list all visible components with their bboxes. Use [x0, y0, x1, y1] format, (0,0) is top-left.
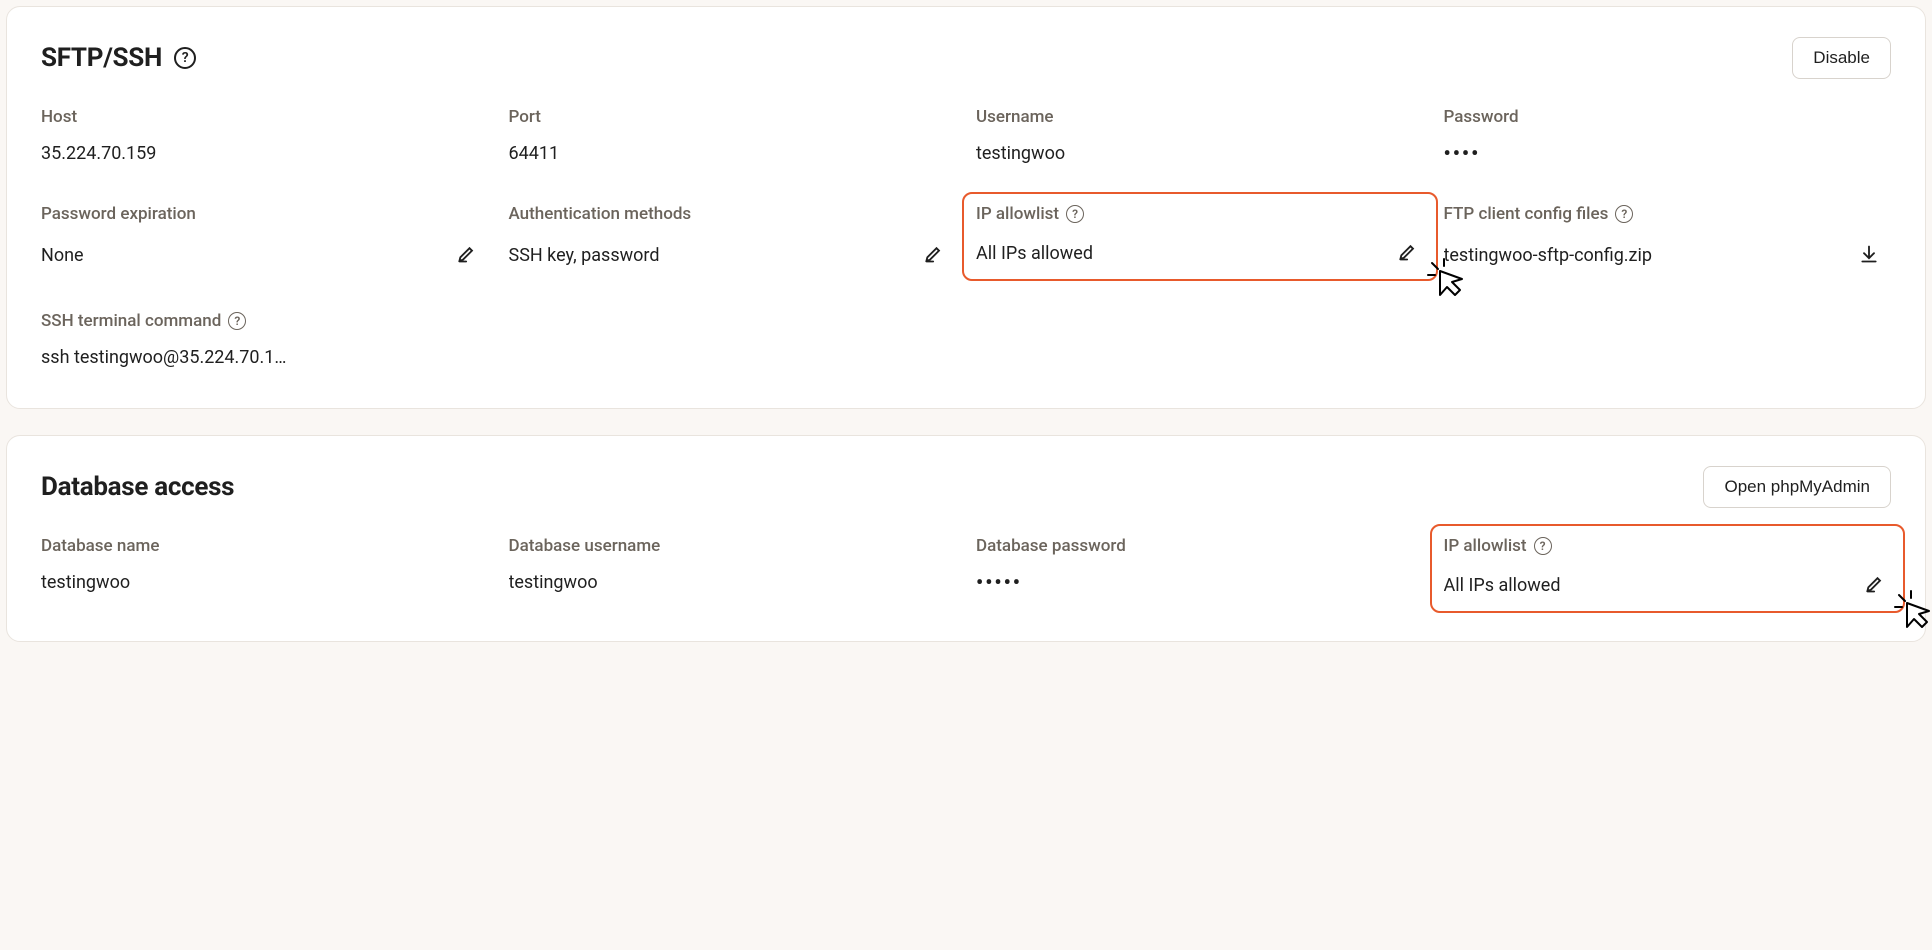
ftp-config-value: testingwoo-sftp-config.zip	[1444, 245, 1652, 266]
db-pw-value: •••••	[976, 572, 1022, 592]
edit-pw-expiration-button[interactable]	[453, 240, 481, 271]
db-ip-allowlist-label-wrap: IP allowlist ?	[1444, 536, 1892, 556]
edit-auth-methods-button[interactable]	[920, 240, 948, 271]
open-phpmyadmin-button[interactable]: Open phpMyAdmin	[1703, 466, 1891, 508]
db-pw-label: Database password	[976, 536, 1424, 556]
question-icon[interactable]: ?	[228, 312, 246, 330]
username-field: Username testingwoo	[976, 107, 1424, 164]
db-ip-allowlist-label: IP allowlist	[1444, 536, 1527, 556]
db-card-header: Database access Open phpMyAdmin	[41, 466, 1891, 508]
port-label: Port	[509, 107, 957, 127]
ssh-cmd-value: ssh testingwoo@35.224.70.1…	[41, 347, 286, 368]
ip-allowlist-field: IP allowlist ? All IPs allowed	[976, 204, 1424, 271]
db-ip-allowlist-field: IP allowlist ? All IPs allowed	[1444, 536, 1892, 601]
password-value: ••••	[1444, 143, 1481, 163]
port-value: 64411	[509, 143, 560, 164]
ssh-cmd-field: SSH terminal command ? ssh testingwoo@35…	[41, 311, 391, 368]
question-icon[interactable]: ?	[1534, 537, 1552, 555]
ftp-config-label-wrap: FTP client config files ?	[1444, 204, 1892, 224]
db-name-label: Database name	[41, 536, 489, 556]
pencil-icon	[457, 244, 477, 267]
auth-methods-field: Authentication methods SSH key, password	[509, 204, 957, 271]
pencil-icon	[924, 244, 944, 267]
db-pw-field: Database password •••••	[976, 536, 1424, 601]
sftp-title: SFTP/SSH	[41, 43, 162, 73]
sftp-grid: Host 35.224.70.159 Port 64411 Username t…	[41, 107, 1891, 271]
ssh-cmd-row: SSH terminal command ? ssh testingwoo@35…	[41, 311, 1891, 368]
username-value: testingwoo	[976, 143, 1065, 164]
ip-allowlist-label-wrap: IP allowlist ?	[976, 204, 1424, 224]
db-title-wrap: Database access	[41, 472, 234, 502]
db-name-value: testingwoo	[41, 572, 130, 593]
db-grid: Database name testingwoo Database userna…	[41, 536, 1891, 601]
db-name-field: Database name testingwoo	[41, 536, 489, 601]
sftp-title-wrap: SFTP/SSH ?	[41, 43, 196, 73]
pencil-icon	[1865, 574, 1885, 597]
pw-expiration-value: None	[41, 245, 84, 266]
db-user-field: Database username testingwoo	[509, 536, 957, 601]
disable-button[interactable]: Disable	[1792, 37, 1891, 79]
password-field: Password ••••	[1444, 107, 1892, 164]
highlight-outline: IP allowlist ? All IPs allowed	[1430, 524, 1906, 613]
ftp-config-field: FTP client config files ? testingwoo-sft…	[1444, 204, 1892, 271]
port-field: Port 64411	[509, 107, 957, 164]
password-label: Password	[1444, 107, 1892, 127]
host-value: 35.224.70.159	[41, 143, 156, 164]
ip-allowlist-value: All IPs allowed	[976, 243, 1093, 264]
db-user-value: testingwoo	[509, 572, 598, 593]
edit-db-ip-allowlist-button[interactable]	[1861, 570, 1889, 601]
host-label: Host	[41, 107, 489, 127]
question-icon[interactable]: ?	[1615, 205, 1633, 223]
db-access-card: Database access Open phpMyAdmin Database…	[6, 435, 1926, 642]
username-label: Username	[976, 107, 1424, 127]
pencil-icon	[1398, 242, 1418, 265]
ip-allowlist-label: IP allowlist	[976, 204, 1059, 224]
question-icon[interactable]: ?	[1066, 205, 1084, 223]
host-field: Host 35.224.70.159	[41, 107, 489, 164]
edit-ip-allowlist-button[interactable]	[1394, 238, 1422, 269]
auth-methods-label: Authentication methods	[509, 204, 957, 224]
ftp-config-label: FTP client config files	[1444, 204, 1609, 224]
sftp-card-header: SFTP/SSH ? Disable	[41, 37, 1891, 79]
question-icon[interactable]: ?	[174, 47, 196, 69]
ssh-cmd-label: SSH terminal command	[41, 311, 221, 331]
highlight-outline: IP allowlist ? All IPs allowed	[962, 192, 1438, 281]
db-user-label: Database username	[509, 536, 957, 556]
pw-expiration-field: Password expiration None	[41, 204, 489, 271]
auth-methods-value: SSH key, password	[509, 245, 660, 266]
ssh-cmd-label-wrap: SSH terminal command ?	[41, 311, 391, 331]
sftp-ssh-card: SFTP/SSH ? Disable Host 35.224.70.159 Po…	[6, 6, 1926, 409]
pw-expiration-label: Password expiration	[41, 204, 489, 224]
download-icon	[1859, 244, 1879, 267]
db-ip-allowlist-value: All IPs allowed	[1444, 575, 1561, 596]
db-title: Database access	[41, 472, 234, 502]
download-ftp-config-button[interactable]	[1855, 240, 1883, 271]
